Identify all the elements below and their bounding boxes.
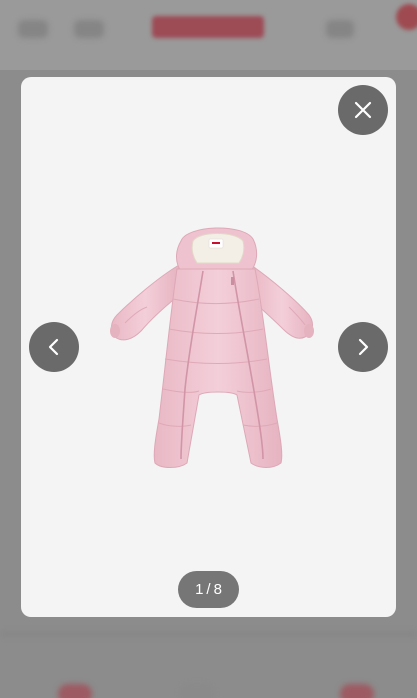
background-search-icon: [74, 20, 104, 38]
background-badge: [396, 4, 417, 30]
close-icon: [354, 101, 372, 119]
background-logo: [152, 16, 264, 38]
background-account-icon: [326, 20, 354, 38]
page: 1 / 8: [0, 0, 417, 698]
chevron-right-icon: [358, 338, 369, 356]
background-footer-item: [340, 684, 374, 698]
image-counter-total: 8: [213, 581, 222, 598]
image-lightbox-modal: 1 / 8: [21, 77, 396, 617]
background-footer-item: [58, 684, 92, 698]
previous-image-button[interactable]: [29, 322, 79, 372]
next-image-button[interactable]: [338, 322, 388, 372]
background-footer-item: [180, 684, 214, 698]
product-image: [110, 227, 314, 468]
background-menu-icon: [18, 20, 48, 38]
chevron-left-icon: [48, 338, 59, 356]
close-button[interactable]: [338, 85, 388, 135]
image-counter-current: 1: [195, 581, 204, 598]
image-counter-separator: /: [206, 581, 211, 598]
background-divider: [0, 632, 417, 636]
image-counter: 1 / 8: [178, 571, 239, 608]
